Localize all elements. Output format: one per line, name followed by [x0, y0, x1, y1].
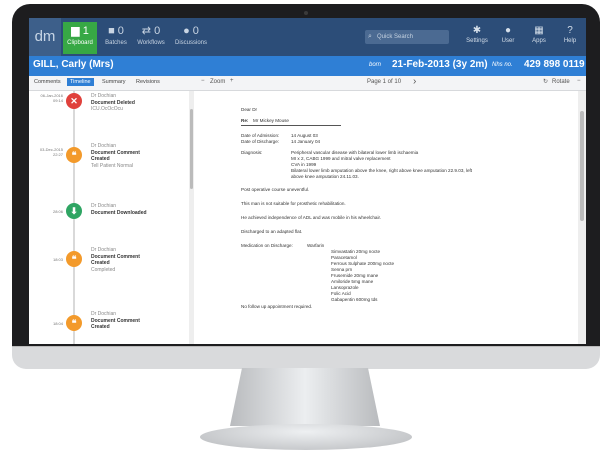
comment-icon: ❝ — [66, 147, 82, 163]
nav-workflows[interactable]: ⇄ 0 Workflows — [135, 22, 167, 54]
diagnosis-line: CVA in 1999 — [291, 162, 317, 167]
letter-paragraph: This man is not suitable for prosthetic … — [241, 201, 346, 206]
zoom-in-button[interactable]: + — [230, 78, 234, 84]
app-screen: dm ▆ 1 Clipboard ■ 0 Batches ⇄ 0 Workflo… — [29, 18, 586, 344]
medication-item: Folic Acid — [331, 291, 351, 296]
patient-name: GILL, Carly (Mrs) — [33, 59, 114, 70]
user-icon: ● — [504, 25, 512, 36]
nav-clipboard[interactable]: ▆ 1 Clipboard — [63, 22, 97, 54]
nav-batches[interactable]: ■ 0 Batches — [101, 22, 131, 54]
admission-date: 14 August 03 — [291, 133, 318, 138]
monitor-stand-base — [200, 424, 412, 450]
grid-icon: ▦ — [534, 25, 544, 36]
timeline-timestamp: 18:03 — [52, 257, 63, 262]
apps-button[interactable]: ▦ Apps — [527, 24, 551, 44]
monitor-stand-neck — [230, 368, 380, 426]
timeline-entry[interactable]: Dr Dochian Document Downloaded — [91, 203, 186, 216]
page-indicator: Page 1 of 10 — [367, 79, 402, 85]
re-value: Mr Mickey Mouse — [253, 118, 289, 123]
workflow-icon: ⇄ — [141, 25, 152, 37]
deleted-icon: ✕ — [66, 93, 82, 109]
timeline-entry[interactable]: Dr Dochian Document Comment Created — [91, 311, 186, 331]
document-toolbar: − Zoom + Page 1 of 10 › ↻ Rotate − — [195, 76, 586, 91]
diagnosis-line: above knee amputation 24.11.03. — [291, 174, 359, 179]
download-icon: ⬇ — [66, 203, 82, 219]
letter-paragraph: Discharged to an adapted flat. — [241, 229, 303, 234]
comment-icon: ❝ — [66, 251, 82, 267]
medication-item: Amiloride 5mg mane — [331, 279, 374, 284]
diagnosis-label: Diagnosis: — [241, 150, 263, 155]
help-button[interactable]: ? Help — [558, 24, 582, 44]
timeline-panel: 06-Jan-2016 09:14 ✕ Dr Dochian Document … — [29, 91, 196, 344]
medication-item: Lansoprazole — [331, 285, 359, 290]
tab-summary[interactable]: Summary — [99, 78, 129, 86]
medication-item: Ferrous Sulphate 200mg nocte — [331, 261, 395, 266]
diagnosis-line: Bilateral lower limb amputation above th… — [291, 168, 473, 173]
document-icon: ▆ — [71, 25, 80, 37]
sidebar-tabs: Comments Timeline Summary Revisions — [29, 76, 195, 91]
diagnosis-line: Peripheral vascular disease with bilater… — [291, 150, 419, 155]
nav-discussions[interactable]: ● 0 Discussions — [173, 22, 209, 54]
settings-button[interactable]: ✱ Settings — [465, 24, 489, 44]
divider — [241, 125, 341, 126]
diagnosis-line: MI x 2, CABG 1999 and mitral valve repla… — [291, 156, 391, 161]
timeline-entry[interactable]: Dr Dochian Document Deleted ICU.OcOcOcu — [91, 93, 186, 113]
camera-dot — [304, 11, 308, 15]
search-icon: ⌕ — [368, 33, 372, 40]
zoom-label: Zoom — [210, 79, 226, 85]
medication-item: Warfarin — [307, 243, 325, 248]
followup-text: No follow up appointment required. — [241, 304, 313, 309]
discharge-label: Date of Discharge: — [241, 139, 280, 144]
discharge-date: 14 January 04 — [291, 139, 321, 144]
admission-label: Date of Admission: — [241, 133, 280, 138]
nhs-label: Nhs no. — [492, 62, 513, 68]
patient-nhs-number: 429 898 0119 — [524, 59, 585, 70]
help-icon: ? — [567, 25, 573, 36]
letter-paragraph: Post operative course uneventful. — [241, 187, 310, 192]
user-button[interactable]: ● User — [496, 24, 520, 44]
timeline-timestamp: 18:04 — [52, 321, 63, 326]
chat-icon: ● — [183, 25, 190, 37]
tab-revisions[interactable]: Revisions — [133, 78, 163, 86]
letter-paragraph: He achieved independence of ADL and was … — [241, 215, 382, 220]
born-label: born — [369, 62, 382, 68]
rotate-icon[interactable]: ↻ — [543, 78, 548, 85]
tab-timeline[interactable]: Timeline — [67, 78, 94, 86]
search-input[interactable]: ⌕ Quick Search — [365, 30, 449, 44]
medication-item: Paracetamol — [331, 255, 357, 260]
letter-greeting: Dear Dr — [241, 107, 258, 112]
medication-label: Medication on Discharge: — [241, 243, 293, 248]
re-label: Re: — [241, 118, 249, 123]
medication-item: Senna prn — [331, 267, 353, 272]
timeline-timestamp: 28:06 — [52, 209, 63, 214]
document-viewer: Dear Dr Re: Mr Mickey Mouse Date of Admi… — [195, 91, 586, 344]
top-nav-bar: dm ▆ 1 Clipboard ■ 0 Batches ⇄ 0 Workflo… — [29, 18, 586, 56]
next-page-button[interactable]: › — [413, 76, 416, 87]
tab-comments[interactable]: Comments — [31, 78, 64, 86]
folder-icon: ■ — [108, 25, 115, 37]
patient-dob: 21-Feb-2013 (3y 2m) — [392, 59, 488, 70]
timeline-timestamp: 03-Dec-2015 22:27 — [39, 147, 63, 157]
medication-item: Simvastatin 20mg nocte — [331, 249, 381, 254]
timeline-scrollbar[interactable] — [189, 91, 194, 344]
zoom-out-button[interactable]: − — [201, 78, 205, 84]
monitor-chin — [12, 346, 600, 369]
rotate-label[interactable]: Rotate — [552, 79, 570, 85]
medication-item: Gabapentin 600mg tds — [331, 297, 378, 302]
comment-icon: ❝ — [66, 315, 82, 331]
document-scrollbar[interactable] — [578, 91, 586, 344]
medication-item: Frusemide 20mg mane — [331, 273, 379, 278]
patient-banner: GILL, Carly (Mrs) born 21-Feb-2013 (3y 2… — [29, 56, 586, 76]
timeline-entry[interactable]: Dr Dochian Document Comment Created Comp… — [91, 247, 186, 273]
timeline-entry[interactable]: Dr Dochian Document Comment Created Tell… — [91, 143, 186, 169]
app-logo[interactable]: dm — [29, 18, 61, 56]
minimize-button[interactable]: − — [577, 78, 581, 84]
timeline-timestamp: 06-Jan-2016 09:14 — [40, 93, 63, 103]
gear-icon: ✱ — [472, 25, 482, 36]
